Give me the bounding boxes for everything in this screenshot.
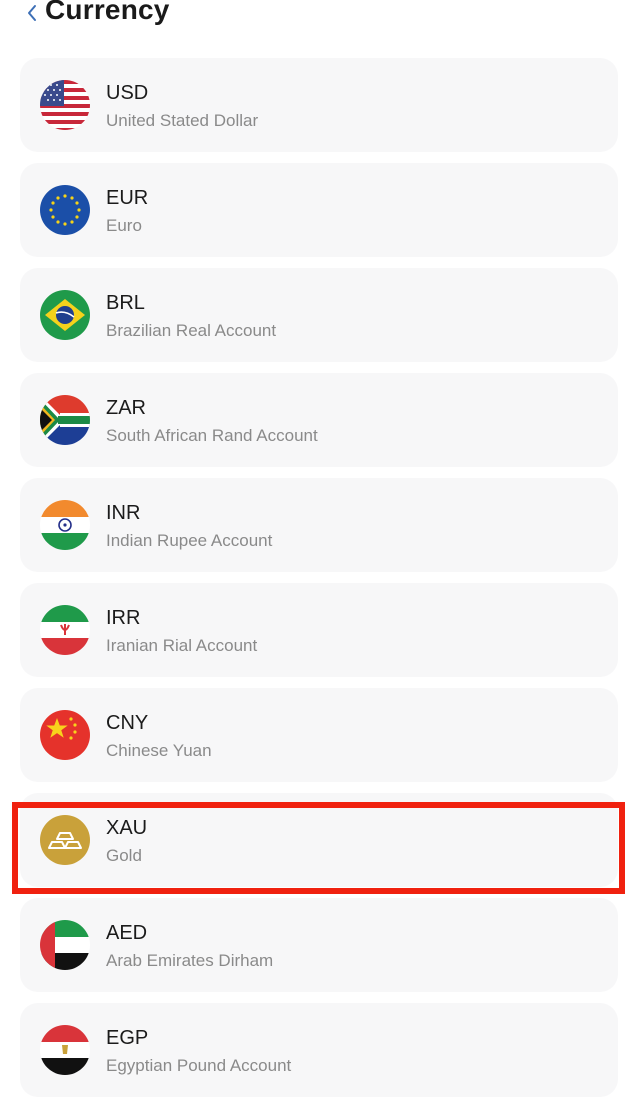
currency-row-eur[interactable]: EUR Euro: [20, 163, 618, 257]
currency-row-zar[interactable]: ZAR South African Rand Account: [20, 373, 618, 467]
gold-bars-icon: [40, 815, 90, 865]
currency-name: United Stated Dollar: [106, 111, 259, 130]
us-flag-icon: [40, 80, 90, 130]
iran-flag-icon: [40, 605, 90, 655]
currency-row-brl[interactable]: BRL Brazilian Real Account: [20, 268, 618, 362]
currency-name: Indian Rupee Account: [106, 531, 273, 550]
currency-code: CNY: [106, 712, 149, 734]
currency-code: AED: [106, 922, 148, 944]
uae-flag-icon: [40, 920, 90, 970]
currency-name: South African Rand Account: [106, 426, 318, 445]
currency-name: Euro: [106, 216, 142, 235]
currency-code: XAU: [106, 817, 148, 839]
currency-name: Egyptian Pound Account: [106, 1056, 292, 1075]
currency-code: BRL: [106, 292, 145, 314]
currency-code: INR: [106, 502, 141, 524]
currency-row-aed[interactable]: AED Arab Emirates Dirham: [20, 898, 618, 992]
currency-row-irr[interactable]: IRR Iranian Rial Account: [20, 583, 618, 677]
currency-name: Gold: [106, 846, 142, 865]
currency-name: Iranian Rial Account: [106, 636, 258, 655]
china-flag-icon: [40, 710, 90, 760]
currency-code: EUR: [106, 187, 149, 209]
currency-code: EGP: [106, 1027, 149, 1049]
currency-row-egp[interactable]: EGP Egyptian Pound Account: [20, 1003, 618, 1097]
currency-code: ZAR: [106, 397, 146, 419]
currency-name: Chinese Yuan: [106, 741, 212, 760]
currency-code: IRR: [106, 607, 141, 629]
currency-row-cny[interactable]: CNY Chinese Yuan: [20, 688, 618, 782]
currency-code: USD: [106, 82, 149, 104]
currency-row-usd[interactable]: USD United Stated Dollar: [20, 58, 618, 152]
south-africa-flag-icon: [40, 395, 90, 445]
currency-name: Arab Emirates Dirham: [106, 951, 274, 970]
brazil-flag-icon: [40, 290, 90, 340]
currency-row-inr[interactable]: INR Indian Rupee Account: [20, 478, 618, 572]
currency-name: Brazilian Real Account: [106, 321, 277, 340]
egypt-flag-icon: [40, 1025, 90, 1075]
india-flag-icon: [40, 500, 90, 550]
eu-flag-icon: [40, 185, 90, 235]
currency-row-xau[interactable]: XAU Gold: [20, 793, 618, 887]
currency-list: USD United Stated Dollar EUR Euro BRL Br…: [0, 0, 640, 1100]
